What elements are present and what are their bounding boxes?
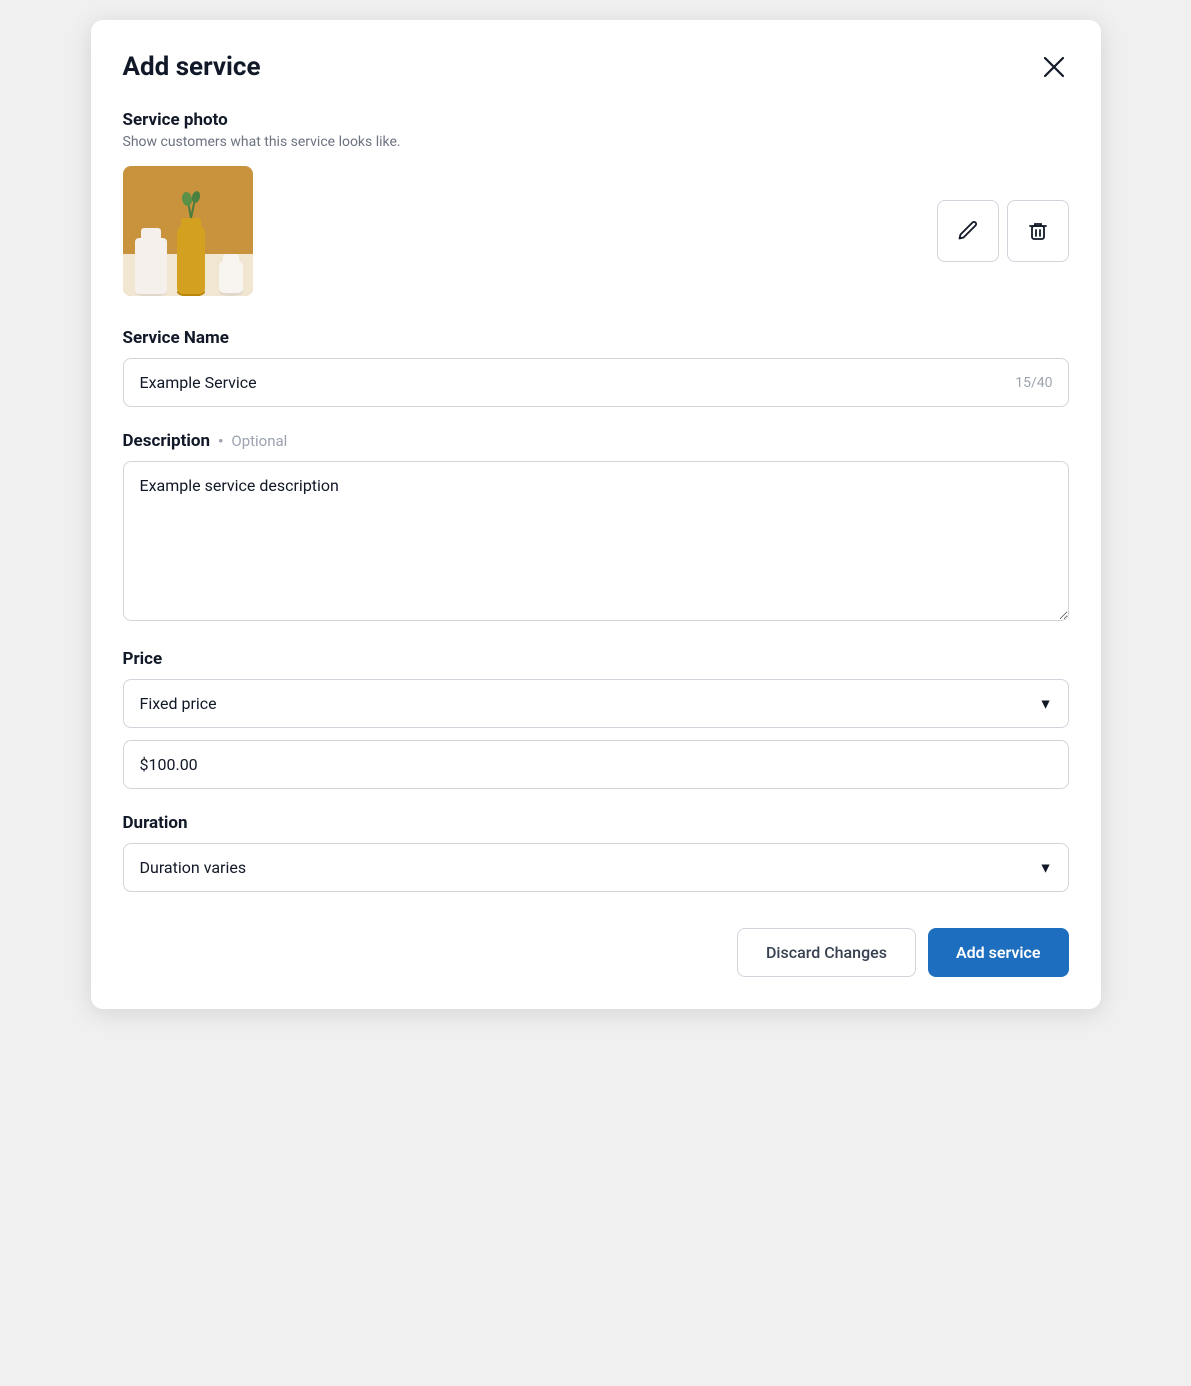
- add-service-button[interactable]: Add service: [928, 928, 1069, 977]
- duration-section: Duration Duration varies 30 minutes 1 ho…: [123, 813, 1069, 892]
- delete-photo-button[interactable]: [1007, 200, 1069, 262]
- close-button[interactable]: [1039, 52, 1069, 82]
- duration-select-wrapper: Duration varies 30 minutes 1 hour Custom…: [123, 843, 1069, 892]
- service-name-section: Service Name 15/40: [123, 328, 1069, 407]
- service-name-label: Service Name: [123, 328, 1069, 348]
- discard-button[interactable]: Discard Changes: [737, 928, 916, 977]
- price-amount-wrapper: [123, 740, 1069, 789]
- price-section: Price Fixed price Starting from Free ▼: [123, 649, 1069, 789]
- photo-action-buttons: [937, 200, 1069, 262]
- photo-row: [123, 166, 1069, 296]
- photo-section-title: Service photo: [123, 110, 1069, 130]
- price-label: Price: [123, 649, 1069, 669]
- modal-footer: Discard Changes Add service: [123, 928, 1069, 977]
- price-type-select[interactable]: Fixed price Starting from Free: [123, 679, 1069, 728]
- service-name-input[interactable]: [123, 358, 1069, 407]
- modal-header: Add service: [123, 52, 1069, 82]
- price-type-wrapper: Fixed price Starting from Free ▼: [123, 679, 1069, 728]
- description-section: Description • Optional Example service d…: [123, 431, 1069, 625]
- service-photo: [123, 166, 253, 296]
- char-count: 15/40: [1015, 375, 1052, 391]
- modal-title: Add service: [123, 52, 261, 82]
- price-amount-input[interactable]: [123, 740, 1069, 789]
- description-label: Description: [123, 431, 210, 451]
- description-input[interactable]: Example service description: [123, 461, 1069, 621]
- duration-select[interactable]: Duration varies 30 minutes 1 hour Custom: [123, 843, 1069, 892]
- add-service-modal: Add service Service photo Show customers…: [91, 20, 1101, 1009]
- edit-photo-button[interactable]: [937, 200, 999, 262]
- photo-section: Service photo Show customers what this s…: [123, 110, 1069, 296]
- optional-tag: Optional: [231, 432, 287, 450]
- service-name-input-wrapper: 15/40: [123, 358, 1069, 407]
- duration-label: Duration: [123, 813, 1069, 833]
- description-label-row: Description • Optional: [123, 431, 1069, 451]
- photo-section-subtitle: Show customers what this service looks l…: [123, 134, 1069, 150]
